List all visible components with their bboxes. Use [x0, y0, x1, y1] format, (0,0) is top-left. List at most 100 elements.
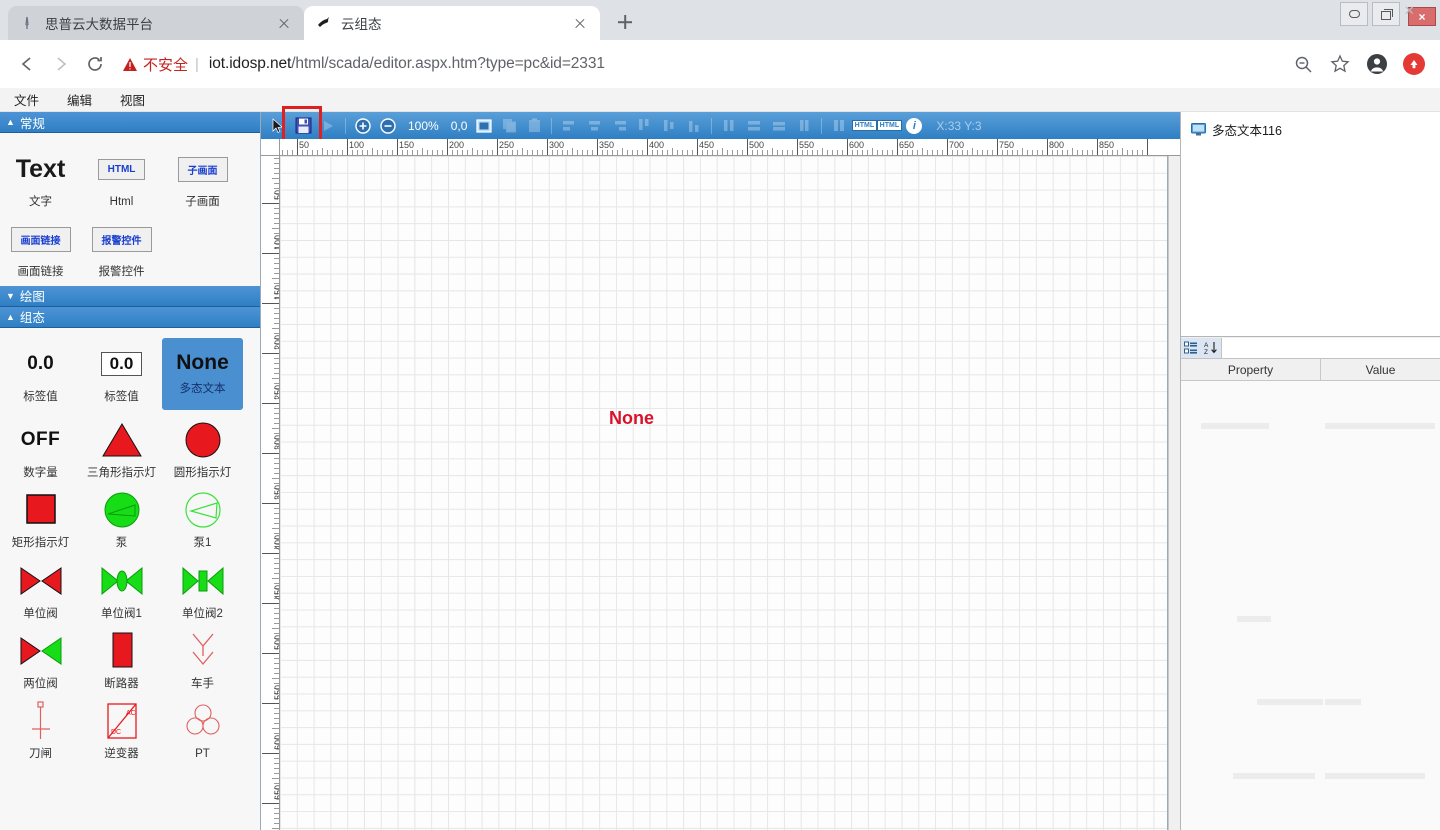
- valve-two-pos-icon: [18, 629, 64, 673]
- ruler-tick: [472, 148, 473, 155]
- palette-item-subscreen[interactable]: 子画面 子画面: [162, 141, 243, 211]
- palette-item-label: 三角形指示灯: [87, 466, 156, 480]
- maximize-restore-button[interactable]: [1372, 2, 1400, 26]
- object-tree[interactable]: 多态文本116: [1181, 112, 1440, 337]
- info-icon[interactable]: i: [903, 115, 925, 136]
- palette-item-digital[interactable]: OFF 数字量: [0, 412, 81, 482]
- bookmark-star-icon[interactable]: [1328, 52, 1352, 76]
- ruler-tick: [262, 703, 279, 704]
- tree-item-multistate-text[interactable]: 多态文本116: [1191, 120, 1440, 139]
- config-palette-scroll[interactable]: 0.0 标签值 0.0 标签值 None 多态文本: [0, 328, 260, 830]
- palette-section-config[interactable]: ▲ 组态: [0, 307, 260, 328]
- origin-label: 0,0: [448, 119, 471, 133]
- close-icon[interactable]: [274, 13, 294, 33]
- palette-item-valve1[interactable]: 单位阀1: [81, 553, 162, 623]
- ruler-tick: [274, 573, 279, 574]
- ruler-tick: [1077, 150, 1078, 155]
- ruler-tick: [274, 308, 279, 309]
- toolbar-separator: [821, 118, 822, 134]
- zoom-out-icon[interactable]: [377, 115, 399, 136]
- palette-row: 刀闸 ACDC 逆变器 PT: [0, 693, 260, 763]
- browser-tab-1[interactable]: 思普云大数据平台: [8, 6, 304, 40]
- sort-az-icon[interactable]: AZ: [1201, 338, 1221, 358]
- new-tab-button[interactable]: [610, 7, 640, 37]
- ruler-tick: [802, 150, 803, 155]
- palette-item-inverter[interactable]: ACDC 逆变器: [81, 693, 162, 763]
- profile-avatar-icon[interactable]: [1365, 52, 1389, 76]
- ruler-label: 300: [273, 435, 280, 450]
- ruler-tick: [1007, 150, 1008, 155]
- canvas-vertical-scrollbar[interactable]: [1168, 156, 1180, 830]
- ruler-tick: [542, 150, 543, 155]
- select-tool-button[interactable]: [267, 115, 289, 136]
- ruler-tick: [274, 733, 279, 734]
- ruler-tick: [442, 150, 443, 155]
- palette-section-drawing[interactable]: ▼ 绘图: [0, 286, 260, 307]
- design-canvas[interactable]: None: [280, 156, 1168, 830]
- html-export-icon[interactable]: HTML: [853, 115, 875, 136]
- ruler-tick: [274, 168, 279, 169]
- canvas-object-multistate-text[interactable]: None: [609, 408, 654, 429]
- zoom-in-icon[interactable]: [352, 115, 374, 136]
- menu-edit[interactable]: 编辑: [67, 90, 92, 109]
- categorize-icon[interactable]: [1181, 338, 1201, 358]
- ruler-tick: [387, 150, 388, 155]
- palette-item-tag-value-box[interactable]: 0.0 标签值: [81, 336, 162, 412]
- palette-item-multistate-text[interactable]: None 多态文本: [162, 336, 243, 412]
- ruler-tick: [1047, 139, 1048, 155]
- palette-item-breaker[interactable]: 断路器: [81, 623, 162, 693]
- vertical-ruler: 50100150200250300350400450500550600650: [261, 156, 280, 830]
- ruler-tick: [467, 150, 468, 155]
- ruler-tick: [892, 150, 893, 155]
- palette-item-pt[interactable]: PT: [162, 693, 243, 763]
- address-bar[interactable]: 不安全 | iot.idosp.net/html/scada/editor.as…: [112, 47, 1291, 81]
- ghost-row: [1233, 773, 1315, 779]
- browser-chrome: 思普云大数据平台 云组态 ✕ ×: [0, 0, 1440, 88]
- property-grid-header: Property Value: [1181, 359, 1440, 381]
- ruler-tick: [707, 150, 708, 155]
- ruler-tick: [867, 150, 868, 155]
- back-arrow-icon[interactable]: [10, 47, 44, 81]
- ruler-tick: [947, 139, 948, 155]
- align-center-icon: [583, 115, 605, 136]
- palette-item-circle-lamp[interactable]: 圆形指示灯: [162, 412, 243, 482]
- ruler-tick: [587, 150, 588, 155]
- reload-icon[interactable]: [78, 47, 112, 81]
- svg-text:Z: Z: [1204, 349, 1208, 355]
- palette-item-two-pos-valve[interactable]: 两位阀: [0, 623, 81, 693]
- palette-item-valve2[interactable]: 单位阀2: [162, 553, 243, 623]
- pump-outline-icon: [183, 488, 223, 532]
- palette-section-general[interactable]: ▲ 常规: [0, 112, 260, 133]
- palette-item-pump[interactable]: 泵: [81, 482, 162, 552]
- palette-item-rect-lamp[interactable]: 矩形指示灯: [0, 482, 81, 552]
- palette-item-handcart[interactable]: 车手: [162, 623, 243, 693]
- forward-arrow-icon[interactable]: [44, 47, 78, 81]
- html-import-icon[interactable]: HTML: [878, 115, 900, 136]
- palette-item-tag-value[interactable]: 0.0 标签值: [0, 336, 81, 412]
- palette-item-valve[interactable]: 单位阀: [0, 553, 81, 623]
- ruler-tick: [262, 753, 279, 754]
- fit-screen-icon[interactable]: [473, 115, 495, 136]
- ruler-tick: [657, 150, 658, 155]
- menu-file[interactable]: 文件: [14, 90, 39, 109]
- menu-view[interactable]: 视图: [120, 90, 145, 109]
- save-button[interactable]: [292, 115, 314, 136]
- palette-item-triangle-lamp[interactable]: 三角形指示灯: [81, 412, 162, 482]
- palette-item-html[interactable]: HTML Html: [81, 141, 162, 211]
- palette-item-label: 画面链接: [18, 265, 64, 279]
- palette-item-switch[interactable]: 刀闸: [0, 693, 81, 763]
- property-grid-body[interactable]: [1181, 381, 1440, 830]
- ruler-tick: [274, 363, 279, 364]
- browser-tab-2[interactable]: 云组态: [304, 6, 600, 40]
- zoom-out-icon[interactable]: [1291, 52, 1315, 76]
- palette-item-alarm-control[interactable]: 报警控件 报警控件: [81, 211, 162, 281]
- extension-icon[interactable]: [1402, 52, 1426, 76]
- palette-item-pump1[interactable]: 泵1: [162, 482, 243, 552]
- svg-text:A: A: [1204, 342, 1209, 349]
- minimize-button[interactable]: [1340, 2, 1368, 26]
- palette-item-text[interactable]: Text 文字: [0, 141, 81, 211]
- close-icon[interactable]: [570, 13, 590, 33]
- palette-item-screen-link[interactable]: 画面链接 画面链接: [0, 211, 81, 281]
- monitor-icon: [1191, 123, 1206, 136]
- property-search-input[interactable]: [1221, 338, 1440, 358]
